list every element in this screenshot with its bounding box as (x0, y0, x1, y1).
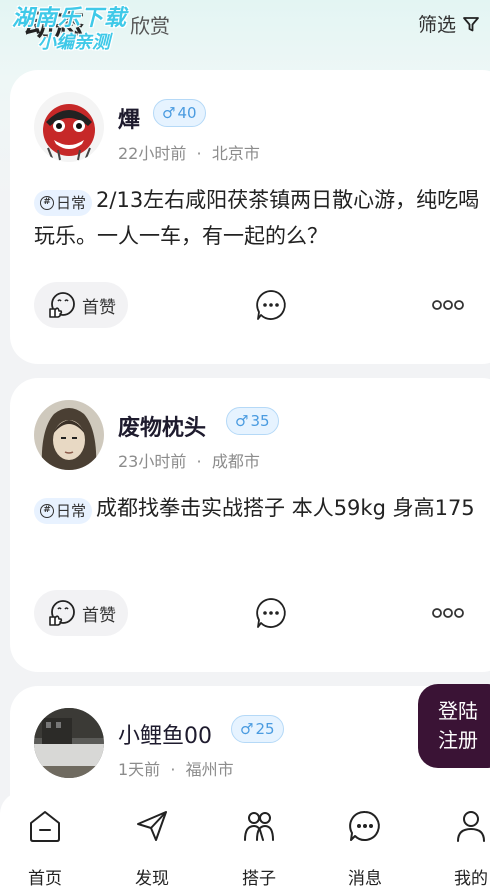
post-time: 1天前 (118, 760, 161, 779)
avatar[interactable] (34, 708, 104, 778)
people-icon (244, 812, 274, 841)
nav-home[interactable]: 首页 (10, 792, 80, 886)
age: 35 (250, 412, 270, 430)
tag-label: 日常 (56, 502, 87, 520)
post-card[interactable]: 熚 ♂ 40 22小时前 · 北京市 # 日常 2/13左右咸阳茯茶镇两日散心游，纯… (10, 70, 490, 364)
male-icon: ♂ (162, 104, 176, 122)
male-icon: ♂ (235, 412, 249, 430)
nav-messages[interactable]: 消息 (330, 792, 400, 886)
nav-partner[interactable]: 搭子 (224, 792, 294, 886)
gender-age-badge: ♂ 40 (153, 99, 206, 127)
filter-label: 筛选 (417, 14, 456, 36)
hash-icon: # (40, 504, 54, 518)
gender-age-badge: ♂ 25 (231, 715, 284, 743)
avatar[interactable] (34, 400, 104, 470)
post-content: # 日常 2/13左右咸阳茯茶镇两日散心游，纯吃喝玩乐。一人一车，有一起的么？ (34, 182, 484, 254)
gender-age-badge: ♂ 35 (226, 407, 279, 435)
post-location: 成都市 (211, 452, 260, 471)
post-card[interactable]: 废物枕头 ♂ 35 23小时前 · 成都市 # 日常 成都找拳击实战搭子 本人59k… (10, 378, 490, 672)
register-label: 注册 (438, 728, 478, 752)
post-meta: 1天前 · 福州市 (118, 760, 234, 779)
chat-icon (349, 810, 380, 841)
paper-plane-icon (137, 811, 167, 841)
username[interactable]: 小鲤鱼00 (118, 718, 212, 750)
thumbs-up-face-icon (49, 292, 75, 318)
first-like-button[interactable]: 首赞 (34, 282, 128, 328)
login-label: 登陆 (438, 699, 478, 723)
thumbs-up-face-icon (49, 600, 75, 626)
watermark-line1: 湖南乐下载 (12, 6, 128, 31)
username[interactable]: 废物枕头 (118, 410, 206, 442)
post-meta: 23小时前 · 成都市 (118, 452, 260, 471)
first-like-button[interactable]: 首赞 (34, 590, 128, 636)
post-text: 成都找拳击实战搭子 本人59kg 身高175 (96, 496, 475, 520)
username[interactable]: 熚 (118, 102, 140, 134)
filter-icon (463, 16, 479, 31)
topic-tag[interactable]: # 日常 (34, 190, 93, 216)
age: 25 (255, 720, 275, 738)
like-label: 首赞 (82, 297, 116, 318)
watermark-line2: 小编亲测 (38, 32, 110, 53)
tag-label: 日常 (56, 194, 87, 212)
like-label: 首赞 (82, 605, 116, 626)
post-location: 福州市 (185, 760, 234, 779)
male-icon: ♂ (240, 720, 254, 738)
nav-label: 我的 (454, 869, 488, 886)
topic-tag[interactable]: # 日常 (34, 498, 93, 524)
post-content: # 日常 成都找拳击实战搭子 本人59kg 身高175 (34, 490, 484, 526)
nav-label: 发现 (135, 869, 169, 886)
comment-icon[interactable] (254, 596, 288, 630)
post-text: 2/13左右咸阳茯茶镇两日散心游，纯吃喝玩乐。一人一车，有一起的么？ (34, 188, 480, 248)
more-icon[interactable] (432, 299, 464, 311)
hash-icon: # (40, 196, 54, 210)
home-icon (30, 811, 60, 842)
more-icon[interactable] (432, 607, 464, 619)
nav-mine[interactable]: 我的 (436, 792, 490, 886)
avatar[interactable] (34, 92, 104, 162)
login-register-button[interactable]: 登陆 注册 (418, 684, 490, 768)
nav-label: 首页 (28, 869, 62, 886)
comment-icon[interactable] (254, 288, 288, 322)
post-time: 22小时前 (118, 144, 187, 163)
bottom-nav: 首页 发现 搭子 消息 我的 (0, 792, 490, 886)
nav-label: 消息 (348, 869, 382, 886)
filter-button[interactable]: 筛选 (418, 10, 480, 37)
tab-appreciate[interactable]: 欣赏 (130, 10, 170, 39)
watermark: 湖南乐下载 小编亲测 (12, 8, 127, 52)
nav-discover[interactable]: 发现 (117, 792, 187, 886)
post-meta: 22小时前 · 北京市 (118, 144, 260, 163)
nav-label: 搭子 (242, 869, 276, 886)
user-icon (457, 811, 485, 842)
post-location: 北京市 (211, 144, 260, 163)
age: 40 (177, 104, 197, 122)
post-time: 23小时前 (118, 452, 187, 471)
